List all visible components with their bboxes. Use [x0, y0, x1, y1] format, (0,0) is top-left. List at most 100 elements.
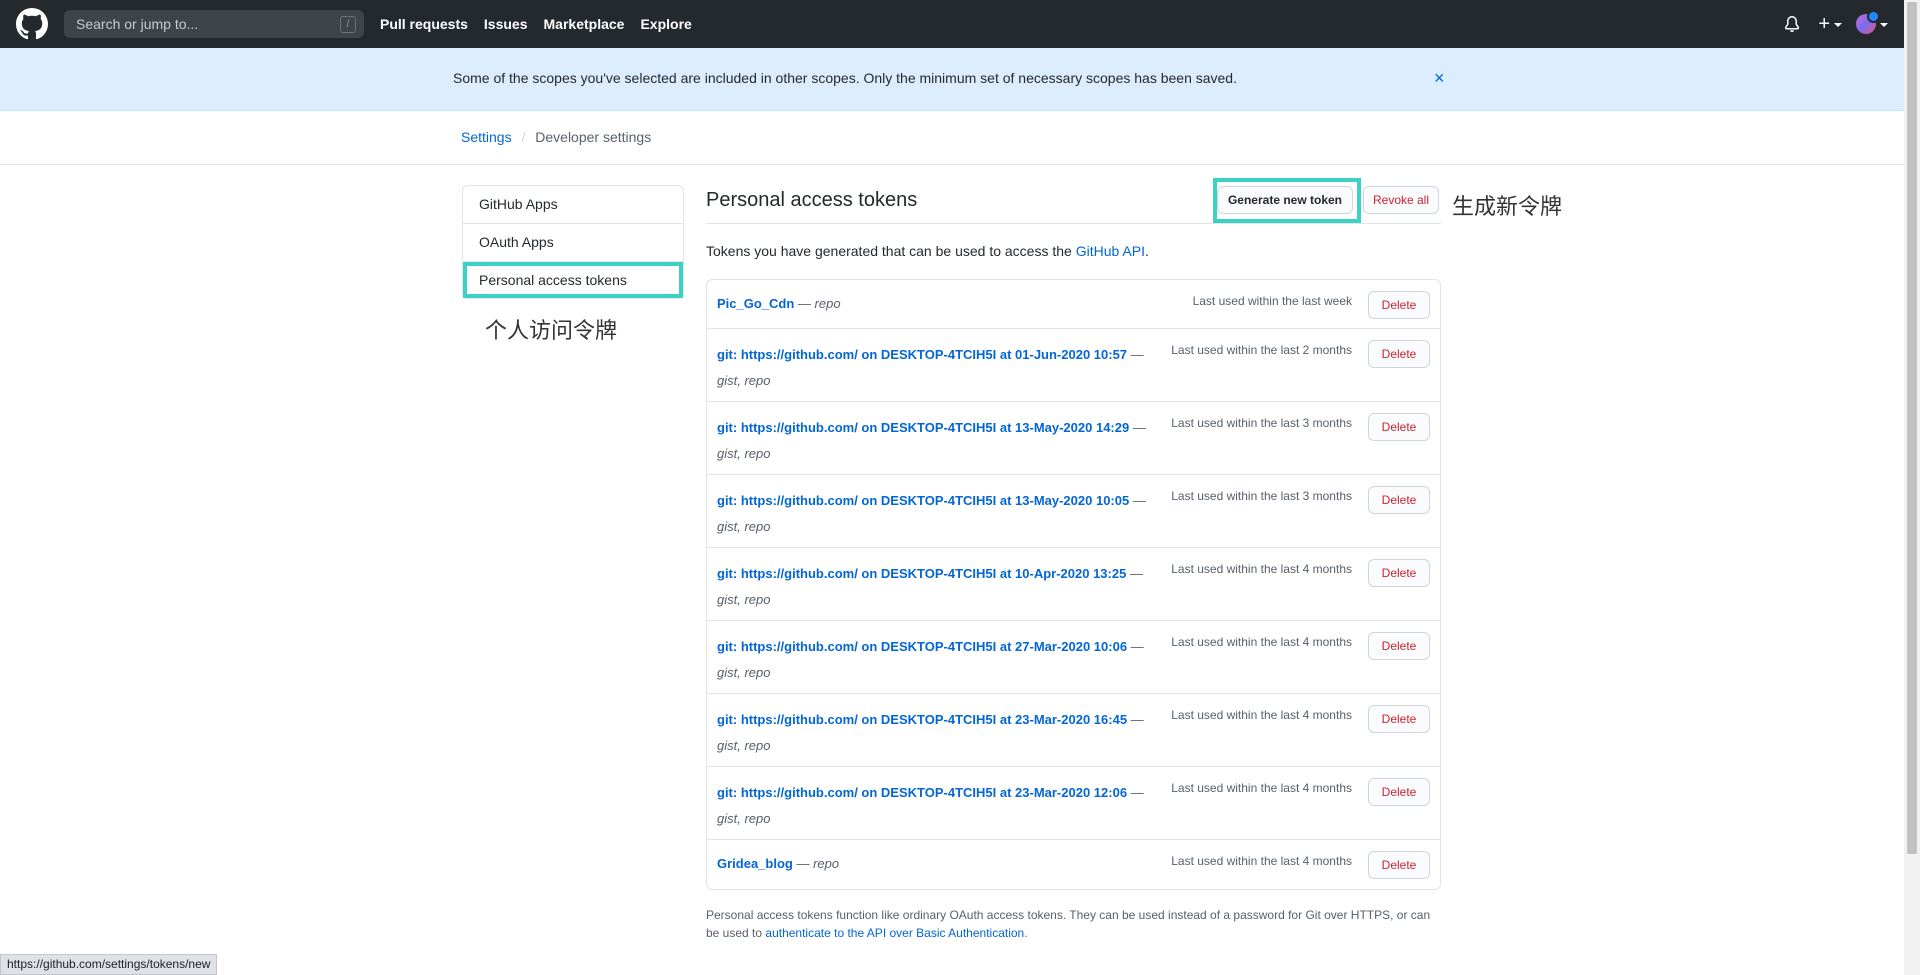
token-last-used: Last used within the last 3 months [1171, 416, 1352, 430]
token-last-used: Last used within the last week [1192, 294, 1352, 308]
token-name-link[interactable]: git: https://github.com/ on DESKTOP-4TCI… [717, 347, 1127, 362]
breadcrumb: Settings / Developer settings [461, 129, 651, 145]
token-list: Pic_Go_Cdn — repo Last used within the l… [706, 279, 1441, 890]
token-scopes: repo [813, 856, 840, 871]
basic-auth-link[interactable]: authenticate to the API over Basic Authe… [765, 926, 1024, 940]
footnote: Personal access tokens function like ord… [706, 906, 1446, 942]
token-row: git: https://github.com/ on DESKTOP-4TCI… [707, 694, 1440, 767]
intro-suffix: . [1144, 243, 1149, 259]
flash-message: Some of the scopes you've selected are i… [453, 70, 1237, 86]
token-name-link[interactable]: Gridea_blog [717, 856, 793, 871]
menu-item-personal-access-tokens[interactable]: Personal access tokens [463, 262, 683, 298]
nav-marketplace[interactable]: Marketplace [544, 16, 625, 32]
header-actions: + [1784, 0, 1888, 48]
search-shortcut-key: / [340, 16, 356, 33]
token-name-link[interactable]: git: https://github.com/ on DESKTOP-4TCI… [717, 785, 1127, 800]
token-row: git: https://github.com/ on DESKTOP-4TCI… [707, 475, 1440, 548]
token-description: git: https://github.com/ on DESKTOP-4TCI… [717, 420, 1146, 461]
page-scrollbar[interactable] [1904, 0, 1920, 975]
token-description: Gridea_blog — repo [717, 856, 840, 871]
token-description: git: https://github.com/ on DESKTOP-4TCI… [717, 493, 1146, 534]
intro-text: Tokens you have generated that can be us… [706, 243, 1149, 259]
token-name-link[interactable]: git: https://github.com/ on DESKTOP-4TCI… [717, 493, 1129, 508]
delete-token-button[interactable]: Delete [1368, 778, 1430, 806]
breadcrumb-separator: / [521, 129, 526, 145]
github-api-link[interactable]: GitHub API [1076, 243, 1145, 259]
user-avatar[interactable] [1856, 10, 1880, 34]
delete-token-button[interactable]: Delete [1368, 851, 1430, 879]
token-scopes: repo [814, 296, 841, 311]
token-row: Pic_Go_Cdn — repo Last used within the l… [707, 280, 1440, 329]
intro-prefix: Tokens you have generated that can be us… [706, 243, 1076, 259]
breadcrumb-settings-link[interactable]: Settings [461, 129, 512, 145]
token-name-link[interactable]: git: https://github.com/ on DESKTOP-4TCI… [717, 639, 1127, 654]
token-description: git: https://github.com/ on DESKTOP-4TCI… [717, 785, 1144, 826]
nav-issues[interactable]: Issues [484, 16, 528, 32]
token-last-used: Last used within the last 4 months [1171, 781, 1352, 795]
breadcrumb-current: Developer settings [535, 129, 652, 145]
token-scopes: gist, repo [717, 738, 771, 753]
token-last-used: Last used within the last 4 months [1171, 854, 1352, 868]
token-description: git: https://github.com/ on DESKTOP-4TCI… [717, 712, 1144, 753]
close-icon[interactable]: × [1434, 68, 1445, 88]
notifications-bell-icon[interactable] [1784, 16, 1800, 32]
token-row: Gridea_blog — repo Last used within the … [707, 840, 1440, 889]
token-scopes: gist, repo [717, 519, 771, 534]
token-description: git: https://github.com/ on DESKTOP-4TCI… [717, 566, 1143, 607]
search-placeholder: Search or jump to... [76, 16, 199, 32]
token-description: git: https://github.com/ on DESKTOP-4TCI… [717, 347, 1144, 388]
delete-token-button[interactable]: Delete [1368, 705, 1430, 733]
create-new-caret-icon[interactable] [1834, 23, 1842, 27]
token-name-link[interactable]: git: https://github.com/ on DESKTOP-4TCI… [717, 712, 1127, 727]
token-last-used: Last used within the last 4 months [1171, 635, 1352, 649]
token-row: git: https://github.com/ on DESKTOP-4TCI… [707, 548, 1440, 621]
delete-token-button[interactable]: Delete [1368, 559, 1430, 587]
scrollbar-thumb[interactable] [1907, 2, 1917, 854]
breadcrumb-bar: Settings / Developer settings [0, 111, 1904, 165]
delete-token-button[interactable]: Delete [1368, 486, 1430, 514]
delete-token-button[interactable]: Delete [1368, 340, 1430, 368]
token-description: git: https://github.com/ on DESKTOP-4TCI… [717, 639, 1144, 680]
menu-item-github-apps[interactable]: GitHub Apps [463, 186, 683, 224]
token-last-used: Last used within the last 4 months [1171, 562, 1352, 576]
token-scopes: gist, repo [717, 446, 771, 461]
token-row: git: https://github.com/ on DESKTOP-4TCI… [707, 767, 1440, 840]
flash-notice: Some of the scopes you've selected are i… [0, 48, 1904, 111]
global-header: Search or jump to... / Pull requests Iss… [0, 0, 1904, 48]
token-row: git: https://github.com/ on DESKTOP-4TCI… [707, 329, 1440, 402]
token-last-used: Last used within the last 4 months [1171, 708, 1352, 722]
delete-token-button[interactable]: Delete [1368, 291, 1430, 319]
status-bar-url: https://github.com/settings/tokens/new [0, 954, 218, 975]
token-last-used: Last used within the last 2 months [1171, 343, 1352, 357]
github-logo-icon[interactable] [16, 8, 48, 40]
title-divider [706, 223, 1441, 224]
token-name-link[interactable]: git: https://github.com/ on DESKTOP-4TCI… [717, 566, 1126, 581]
global-nav: Pull requests Issues Marketplace Explore [380, 0, 708, 48]
developer-settings-menu: GitHub Apps OAuth Apps Personal access t… [462, 185, 684, 299]
token-name-link[interactable]: Pic_Go_Cdn [717, 296, 794, 311]
token-row: git: https://github.com/ on DESKTOP-4TCI… [707, 621, 1440, 694]
token-last-used: Last used within the last 3 months [1171, 489, 1352, 503]
create-new-plus-icon[interactable]: + [1818, 14, 1830, 34]
user-menu-caret-icon[interactable] [1880, 23, 1888, 27]
nav-explore[interactable]: Explore [640, 16, 691, 32]
page-title: Personal access tokens [706, 189, 918, 211]
token-name-link[interactable]: git: https://github.com/ on DESKTOP-4TCI… [717, 420, 1129, 435]
token-scopes: gist, repo [717, 373, 771, 388]
menu-item-oauth-apps[interactable]: OAuth Apps [463, 224, 683, 262]
token-row: git: https://github.com/ on DESKTOP-4TCI… [707, 402, 1440, 475]
delete-token-button[interactable]: Delete [1368, 413, 1430, 441]
annotation-generate-new-token: 生成新令牌 [1452, 195, 1563, 220]
annotation-personal-access-tokens: 个人访问令牌 [485, 319, 618, 344]
token-description: Pic_Go_Cdn — repo [717, 296, 841, 311]
nav-pull-requests[interactable]: Pull requests [380, 16, 468, 32]
token-scopes: gist, repo [717, 811, 771, 826]
generate-new-token-button[interactable]: Generate new token [1217, 186, 1353, 214]
token-scopes: gist, repo [717, 592, 771, 607]
token-scopes: gist, repo [717, 665, 771, 680]
revoke-all-button[interactable]: Revoke all [1363, 186, 1439, 214]
footnote-suffix: . [1024, 926, 1028, 940]
unread-indicator-dot [1867, 10, 1880, 23]
search-input[interactable]: Search or jump to... / [64, 10, 364, 38]
delete-token-button[interactable]: Delete [1368, 632, 1430, 660]
